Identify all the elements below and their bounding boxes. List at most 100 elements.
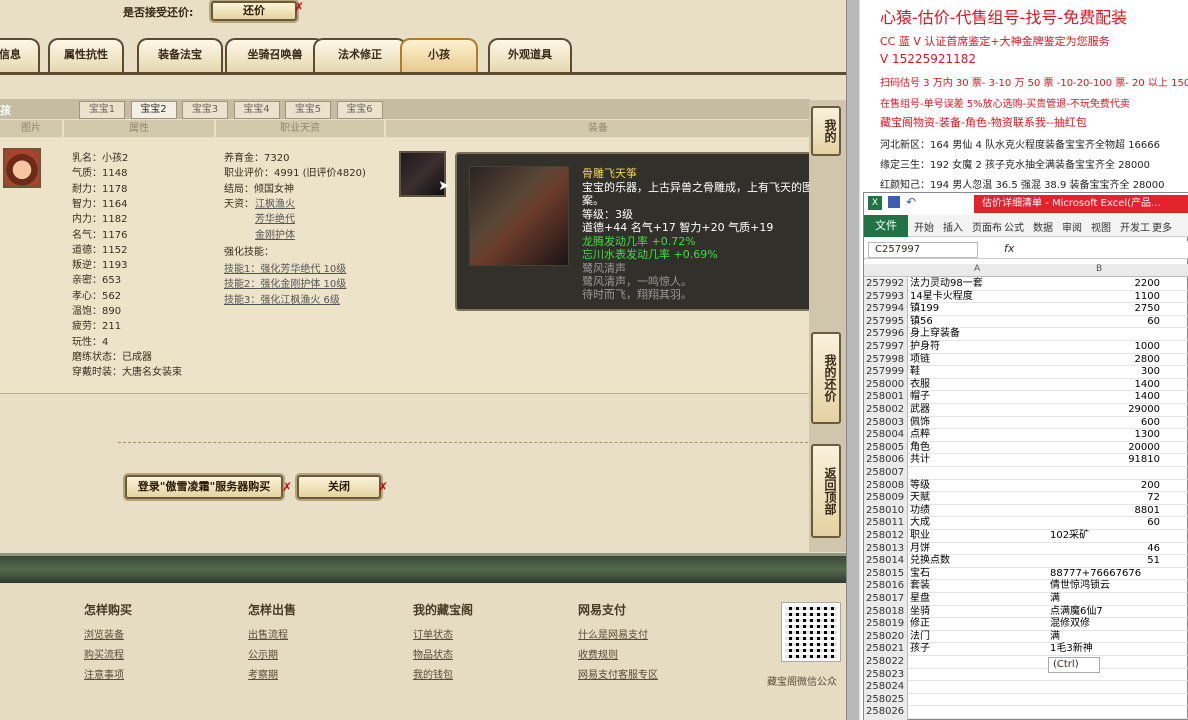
cell-a[interactable]: 镇199 (910, 303, 1048, 316)
skill-link[interactable]: 技能2：强化金刚护体 10级 (224, 275, 346, 290)
subtab-baby-6[interactable]: 宝宝6 (336, 101, 383, 119)
cell-b[interactable]: 20000 (1048, 442, 1160, 455)
row-number[interactable]: 257993 (864, 290, 908, 304)
ribbon-menu-0[interactable]: 开始 (914, 219, 934, 234)
cell-b[interactable]: 2200 (1048, 278, 1160, 291)
name-box[interactable]: C257997 (868, 242, 978, 258)
ribbon-menu-4[interactable]: 数据 (1033, 219, 1053, 234)
col-a-header[interactable]: A (974, 264, 980, 274)
row-number[interactable]: 258018 (864, 605, 908, 619)
subtab-baby-3[interactable]: 宝宝3 (182, 101, 228, 119)
subtab-baby-4[interactable]: 宝宝4 (233, 101, 280, 119)
cell-a[interactable]: 点粹 (910, 429, 1048, 442)
row-number[interactable]: 258004 (864, 429, 908, 442)
file-tab[interactable]: 文件 (864, 215, 908, 237)
cell-b[interactable]: 混修双修 (1048, 618, 1160, 631)
row-number[interactable]: 258017 (864, 593, 908, 606)
footer-link[interactable]: 浏览装备 (84, 626, 124, 641)
save-icon[interactable] (888, 196, 900, 208)
subtab-baby-2[interactable]: 宝宝2 (130, 101, 177, 119)
row-number[interactable]: 258016 (864, 580, 908, 593)
footer-link[interactable]: 收费规则 (578, 646, 618, 661)
footer-link[interactable]: 公示期 (248, 646, 278, 661)
cell-b[interactable]: 倩世惊鸿锁云 (1048, 580, 1160, 593)
row-number[interactable]: 257994 (864, 303, 908, 316)
cell-b[interactable]: 600 (1048, 417, 1160, 430)
cell-a[interactable]: 护身符 (910, 341, 1048, 354)
cell-a[interactable]: 星盘 (910, 593, 1048, 606)
cell-a[interactable]: 套装 (910, 580, 1048, 593)
footer-link[interactable]: 什么是网易支付 (578, 626, 648, 641)
row-number[interactable]: 258023 (864, 668, 908, 682)
tab-2[interactable]: 装备法宝 (137, 38, 223, 72)
cell-a[interactable]: 职业 (910, 530, 1048, 543)
tab-6[interactable]: 外观道具 (488, 38, 572, 72)
footer-link[interactable]: 网易支付客服专区 (578, 666, 658, 681)
cell-b[interactable]: 1毛3新神 (1048, 643, 1160, 656)
row-number[interactable]: 258003 (864, 416, 908, 430)
cell-b[interactable]: 2800 (1048, 354, 1160, 367)
cell-b[interactable]: 200 (1048, 480, 1160, 493)
row-number[interactable]: 258005 (864, 441, 908, 455)
row-number[interactable]: 257996 (864, 328, 908, 341)
my-counter-offers-button[interactable]: 我的还价 (811, 332, 841, 424)
row-number[interactable]: 258020 (864, 630, 908, 644)
cell-a[interactable]: 修正 (910, 618, 1048, 631)
cell-b[interactable]: 29000 (1048, 404, 1160, 417)
talent-link[interactable]: 江枫渔火 (255, 195, 295, 210)
cell-b[interactable]: 300 (1048, 366, 1160, 379)
row-number[interactable]: 258001 (864, 391, 908, 404)
cell-a[interactable]: 帽子 (910, 391, 1048, 404)
cell-a[interactable]: 法门 (910, 631, 1048, 644)
fx-icon[interactable]: fx (1004, 242, 1014, 255)
row-number[interactable]: 258007 (864, 467, 908, 480)
row-number[interactable]: 258024 (864, 681, 908, 694)
row-number[interactable]: 258026 (864, 706, 908, 719)
ribbon-menu-1[interactable]: 插入 (943, 219, 963, 234)
tab-5[interactable]: 小孩 (400, 38, 478, 72)
cell-a[interactable]: 法力灵动98一套 (910, 278, 1048, 291)
tab-4[interactable]: 法术修正 (313, 38, 407, 72)
ribbon-menu-3[interactable]: 公式 (1004, 219, 1024, 234)
subtab-baby-5[interactable]: 宝宝5 (285, 101, 331, 119)
row-number[interactable]: 258009 (864, 492, 908, 505)
cell-b[interactable]: 满 (1048, 631, 1160, 644)
back-to-top-button[interactable]: 返回顶部 (811, 444, 841, 538)
row-number[interactable]: 258014 (864, 555, 908, 568)
ribbon-menu-5[interactable]: 审阅 (1062, 219, 1082, 234)
cell-a[interactable]: 坐骑 (910, 606, 1048, 619)
cell-a[interactable]: 等级 (910, 480, 1048, 493)
row-number[interactable]: 257997 (864, 341, 908, 354)
counter-offer-button[interactable]: 还价 (211, 1, 297, 21)
cell-a[interactable]: 鞋 (910, 366, 1048, 379)
cell-b[interactable]: 点满魔6仙7 (1048, 606, 1160, 619)
footer-link[interactable]: 我的钱包 (413, 666, 453, 681)
row-number[interactable]: 258022 (864, 656, 908, 669)
cell-b[interactable]: 60 (1048, 517, 1160, 530)
row-number[interactable]: 258011 (864, 517, 908, 530)
cell-a[interactable]: 宝石 (910, 568, 1048, 581)
cell-a[interactable]: 武器 (910, 404, 1048, 417)
cell-a[interactable]: 兑换点数 (910, 555, 1048, 568)
close-icon[interactable]: ✗ (294, 0, 304, 14)
cell-b[interactable]: 1100 (1048, 291, 1160, 304)
tab-1[interactable]: 属性抗性 (48, 38, 124, 72)
ribbon-menu-2[interactable]: 页面布 (972, 219, 1002, 234)
footer-link[interactable]: 订单状态 (413, 626, 453, 641)
cell-b[interactable]: 102采矿 (1048, 530, 1160, 543)
ribbon-menu-7[interactable]: 开发工 (1120, 219, 1150, 234)
cell-b[interactable]: 88777+76667676 (1048, 568, 1160, 581)
cell-a[interactable]: 14星卡火程度 (910, 291, 1048, 304)
talent-link[interactable]: 芳华绝代 (255, 210, 295, 225)
row-number[interactable]: 258002 (864, 404, 908, 417)
row-number[interactable]: 257992 (864, 278, 908, 291)
row-number[interactable]: 258010 (864, 504, 908, 518)
cell-a[interactable]: 孩子 (910, 643, 1048, 656)
cell-a[interactable]: 角色 (910, 442, 1048, 455)
close-button[interactable]: 关闭 (297, 475, 381, 499)
undo-icon[interactable]: ↶ (906, 195, 916, 209)
paste-options-button[interactable]: (Ctrl) (1048, 657, 1100, 673)
cell-b[interactable]: 60 (1048, 316, 1160, 329)
window-divider[interactable] (846, 0, 860, 720)
row-number[interactable]: 258025 (864, 693, 908, 707)
